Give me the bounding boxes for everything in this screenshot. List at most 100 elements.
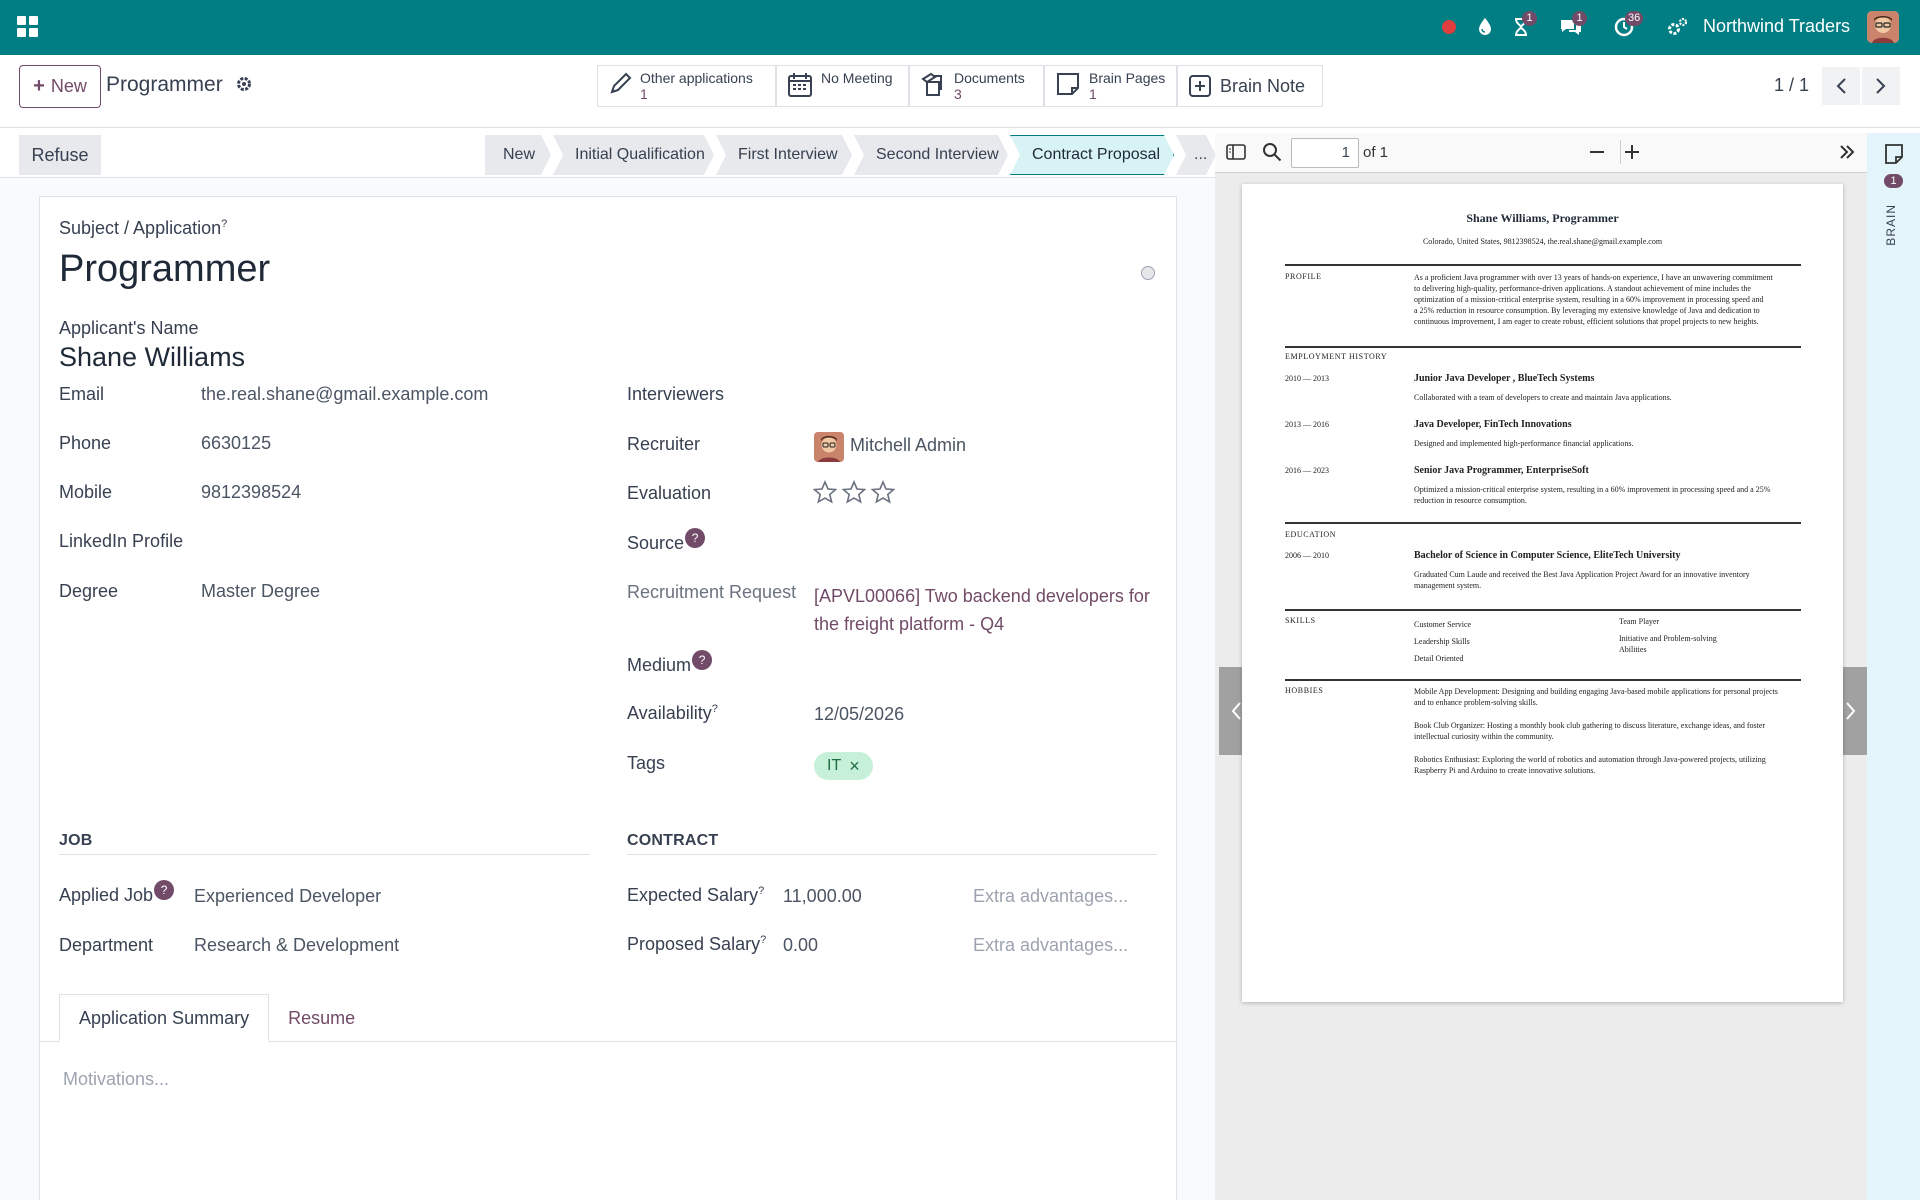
subject-field[interactable]: Programmer: [59, 248, 270, 291]
degree-label: Degree: [59, 581, 119, 601]
proposed-extra-input[interactable]: Extra advantages...: [973, 935, 1128, 956]
expected-salary-field[interactable]: 11,000.00: [783, 886, 862, 907]
tag-badge: IT ×: [814, 752, 873, 780]
edu-desc: Graduated Cum Laude and received the Bes…: [1414, 570, 1750, 590]
hobby-item: Robotics Enthusiast: Exploring the world…: [1414, 755, 1766, 775]
contract-section-title: CONTRACT: [627, 832, 719, 849]
user-avatar[interactable]: [1867, 11, 1899, 43]
star-icon[interactable]: [813, 480, 837, 504]
search-icon[interactable]: [1262, 142, 1282, 167]
resume-profile-text: As a proficient Java programmer with ove…: [1414, 273, 1773, 326]
sidebar-toggle-icon[interactable]: [1226, 143, 1246, 166]
applicant-name-field[interactable]: Shane Williams: [59, 342, 245, 373]
refuse-button[interactable]: Refuse: [19, 135, 101, 175]
page-number-input[interactable]: 1: [1291, 138, 1359, 168]
interviewers-field[interactable]: [814, 384, 1154, 408]
hobby-item: Book Club Organizer: Hosting a monthly b…: [1414, 721, 1766, 741]
smart-label: No Meeting: [821, 70, 893, 86]
zoom-out-icon[interactable]: [1587, 142, 1607, 167]
brain-sidebar: [1867, 133, 1920, 1200]
resume-contact: Colorado, United States, 9812398524, the…: [1422, 237, 1663, 246]
stage-first-interview[interactable]: First Interview: [716, 135, 852, 175]
pager-previous-button[interactable]: [1822, 67, 1860, 105]
email-field[interactable]: the.real.shane@gmail.example.com: [201, 384, 488, 405]
note-icon[interactable]: [1884, 143, 1904, 170]
brain-pages-button[interactable]: Brain Pages 1: [1044, 65, 1177, 107]
documents-icon: [921, 72, 942, 96]
resume-rule: [1285, 346, 1801, 348]
job-section-title: JOB: [59, 832, 93, 849]
chevron-left-icon: [1836, 78, 1846, 94]
mobile-field[interactable]: 9812398524: [201, 482, 301, 503]
availability-field[interactable]: 12/05/2026: [814, 704, 904, 725]
zoom-in-icon[interactable]: [1622, 142, 1642, 167]
tab-resume[interactable]: Resume: [269, 994, 374, 1042]
pager-next-button[interactable]: [1862, 67, 1900, 105]
record-dot-icon[interactable]: [1436, 14, 1462, 40]
documents-button[interactable]: Documents 3: [909, 65, 1044, 107]
chat-icon[interactable]: 1: [1558, 11, 1587, 40]
medium-field[interactable]: [814, 655, 1154, 679]
star-icon[interactable]: [871, 480, 895, 504]
smart-count: 1: [1089, 86, 1097, 102]
brain-note-button[interactable]: Brain Note: [1177, 65, 1323, 107]
motivations-input[interactable]: Motivations...: [63, 1069, 169, 1090]
stage-initial-qualification[interactable]: Initial Qualification: [553, 135, 714, 175]
clock-badge: 36: [1625, 11, 1644, 26]
clock-icon[interactable]: 36: [1611, 11, 1644, 40]
drop-icon[interactable]: [1472, 14, 1498, 40]
stage-contract-proposal[interactable]: Contract Proposal: [1010, 135, 1174, 175]
department-label: Department: [59, 935, 154, 955]
brain-label[interactable]: BRAIN: [1884, 204, 1898, 246]
help-icon[interactable]: ?: [692, 650, 713, 670]
resume-rule: [1285, 679, 1801, 681]
stage-more[interactable]: ...: [1176, 135, 1216, 175]
star-icon[interactable]: [842, 480, 866, 504]
recruitment-request-link[interactable]: [APVL00066] Two backend developers for t…: [814, 582, 1150, 638]
applicant-name-label: Applicant's Name: [59, 318, 199, 338]
other-applications-button[interactable]: Other applications 1: [597, 65, 776, 107]
job-desc: Designed and implemented high-performanc…: [1414, 439, 1634, 448]
stage-second-interview[interactable]: Second Interview: [854, 135, 1008, 175]
breadcrumb-title: Programmer: [106, 73, 223, 96]
no-meeting-button[interactable]: No Meeting: [776, 65, 909, 107]
applied-job-field[interactable]: Experienced Developer: [194, 886, 381, 907]
contract-divider: [627, 854, 1157, 855]
subject-label: Subject / Application?: [59, 218, 228, 238]
resume-hobbies-heading: HOBBIES: [1285, 686, 1324, 695]
help-icon[interactable]: ?: [685, 528, 706, 548]
hourglass-icon[interactable]: 1: [1508, 11, 1537, 40]
source-field[interactable]: [814, 533, 1154, 557]
linkedin-field[interactable]: [201, 531, 581, 555]
proposed-salary-field[interactable]: 0.00: [783, 935, 818, 956]
settings-icon[interactable]: [1664, 14, 1690, 40]
help-icon[interactable]: ?: [154, 880, 175, 900]
phone-field[interactable]: 6630125: [201, 433, 271, 454]
department-field[interactable]: Research & Development: [194, 935, 399, 956]
chevron-right-icon: [1876, 78, 1886, 94]
new-button[interactable]: + New: [19, 65, 101, 108]
expected-extra-input[interactable]: Extra advantages...: [973, 886, 1128, 907]
resume-employment-heading: EMPLOYMENT HISTORY: [1285, 352, 1388, 361]
job-years: 2013 — 2016: [1285, 420, 1329, 429]
stage-new[interactable]: New: [485, 135, 551, 175]
remove-tag-icon[interactable]: ×: [849, 757, 860, 775]
medium-label: Medium?: [627, 650, 713, 676]
degree-field[interactable]: Master Degree: [201, 581, 320, 602]
company-switcher[interactable]: Northwind Traders: [1703, 16, 1850, 37]
tab-application-summary[interactable]: Application Summary: [59, 994, 270, 1042]
tag-label: IT: [827, 757, 842, 774]
apps-grid-icon[interactable]: [17, 16, 39, 38]
source-label: Source?: [627, 528, 706, 554]
pager-value[interactable]: 1 / 1: [1774, 75, 1809, 96]
double-chevron-right-icon[interactable]: [1837, 142, 1857, 167]
zoom-divider: [1620, 140, 1621, 164]
notebook-tabs: Application Summary Resume: [59, 994, 374, 1042]
smart-label: Brain Note: [1220, 76, 1306, 96]
edu-years: 2006 — 2010: [1285, 551, 1329, 560]
kanban-state-dot[interactable]: [1141, 266, 1155, 280]
smart-count: 3: [954, 86, 962, 102]
recruiter-field[interactable]: Mitchell Admin: [850, 435, 966, 456]
gear-icon[interactable]: [235, 75, 253, 93]
linkedin-label: LinkedIn Profile: [59, 531, 184, 551]
